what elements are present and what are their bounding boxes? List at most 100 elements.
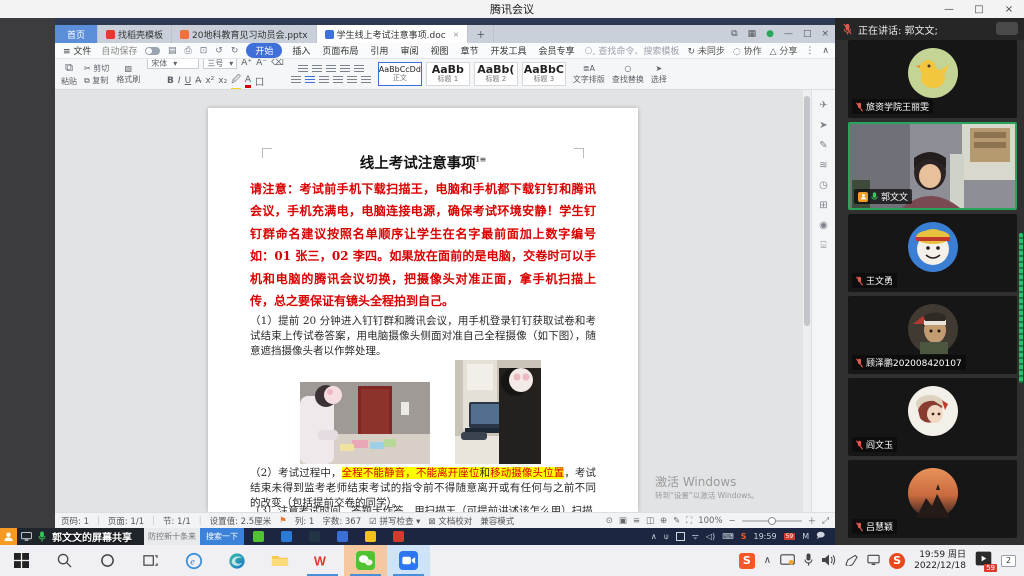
collapse-ribbon-icon[interactable]: ∧ xyxy=(822,46,829,56)
fullscreen-icon[interactable]: ⤢ xyxy=(822,516,829,526)
align-left-icon[interactable] xyxy=(291,76,301,83)
border-icon[interactable] xyxy=(361,76,371,83)
zoom-out-button[interactable]: − xyxy=(729,516,736,526)
style-heading2[interactable]: AaBb( 标题 2 xyxy=(474,62,518,86)
web-view-icon[interactable]: ⊕ xyxy=(660,516,667,526)
shading-icon[interactable] xyxy=(347,76,357,83)
command-search[interactable]: ○‸ 查找命令、搜索模板 xyxy=(585,44,680,57)
style-normal[interactable]: AaBbCcDd 正文 xyxy=(378,62,422,86)
zoom-in-button[interactable]: ＋ xyxy=(808,515,817,527)
print-icon[interactable]: ⎙ xyxy=(185,46,192,56)
screenshot-tool-icon[interactable] xyxy=(780,551,795,570)
menu-dev-tools[interactable]: 开发工具 xyxy=(488,44,528,57)
strikethrough-button[interactable]: A̶ xyxy=(195,76,201,86)
select-tool[interactable]: ➤ 选择 xyxy=(651,64,667,85)
menu-member[interactable]: 会员专享 xyxy=(537,44,577,57)
wps-taskbar-button[interactable]: W xyxy=(301,545,344,576)
font-color-button[interactable]: A xyxy=(245,75,251,88)
more-menu-icon[interactable]: ⋮ xyxy=(805,46,814,56)
comment-tray-icon[interactable]: 2 xyxy=(1001,555,1016,567)
proofread-button[interactable]: ⊠ 文档校对 xyxy=(428,515,472,527)
tab-doc-active[interactable]: 学生线上考试注意事项.doc × xyxy=(317,25,469,43)
cortana-button[interactable] xyxy=(86,545,129,576)
mic-tray-icon[interactable] xyxy=(804,551,813,570)
font-name-select[interactable]: 宋体▾ xyxy=(147,59,199,69)
number-list-icon[interactable] xyxy=(312,65,322,72)
menu-file[interactable]: ≡ 文件 xyxy=(61,44,93,57)
redo-icon[interactable]: ↻ xyxy=(231,46,239,56)
tab-pptx[interactable]: 20地科教育见习动员会.pptx xyxy=(172,25,317,43)
start-button[interactable] xyxy=(0,545,43,576)
style-heading1[interactable]: AaBb 标题 1 xyxy=(426,62,470,86)
shared-taskbar-app-icon[interactable] xyxy=(337,531,348,542)
display-tray-icon[interactable] xyxy=(867,551,880,570)
menu-start[interactable]: 开始 xyxy=(246,43,282,58)
single-page-view-icon[interactable]: ▣ xyxy=(619,516,627,526)
participant-tile[interactable]: 阎文玉 xyxy=(848,378,1017,456)
new-tab-button[interactable]: ＋ xyxy=(468,25,494,43)
cut-button[interactable]: ✂ 剪切 xyxy=(84,63,109,74)
participant-tile[interactable]: 王文勇 xyxy=(848,214,1017,292)
wps-minimize-button[interactable]: — xyxy=(784,29,793,39)
find-replace-tool[interactable]: ○ 查找替换 xyxy=(612,64,644,85)
superscript-button[interactable]: x² xyxy=(205,76,214,86)
task-view-button[interactable] xyxy=(129,545,172,576)
tencent-meeting-taskbar-button[interactable] xyxy=(387,545,430,576)
eye-protect-icon[interactable]: ⊙ xyxy=(606,516,613,526)
font-size-select[interactable]: 三号▾ xyxy=(203,59,237,69)
menu-insert[interactable]: 插入 xyxy=(290,44,312,57)
tab-close-icon[interactable]: × xyxy=(453,30,460,39)
wps-restore-button[interactable]: □ xyxy=(803,29,812,39)
justify-icon[interactable] xyxy=(333,76,343,83)
copy-button[interactable]: ⧉ 复制 xyxy=(84,75,108,86)
settings-gear-icon[interactable]: ◉ xyxy=(819,220,828,231)
video-app-tray-icon[interactable]: 59 xyxy=(975,551,992,570)
image-tool-icon[interactable]: ⊞ xyxy=(819,200,827,211)
clear-format-icon[interactable]: ⌫ xyxy=(271,59,284,68)
maximize-button[interactable]: □ xyxy=(964,0,994,18)
smooth-lines-icon[interactable]: ≋ xyxy=(819,160,827,171)
char-border-button[interactable]: 囗 xyxy=(255,75,264,88)
sogou-tray-icon[interactable]: S xyxy=(889,553,905,569)
highlight-color-button[interactable]: 🖉 xyxy=(231,72,241,91)
taskbar-clock[interactable]: 19:59 周日 2022/12/18 xyxy=(914,550,966,571)
increase-indent-icon[interactable] xyxy=(340,65,350,72)
menu-review[interactable]: 审阅 xyxy=(398,44,420,57)
undo-icon[interactable]: ↺ xyxy=(215,46,223,56)
sogou-input-icon[interactable]: S xyxy=(739,553,755,569)
tab-docer[interactable]: 找稻壳模板 xyxy=(98,25,172,43)
window-mode-icon[interactable]: ⧉ xyxy=(731,29,737,39)
align-right-icon[interactable] xyxy=(319,76,329,83)
menu-references[interactable]: 引用 xyxy=(368,44,390,57)
menu-page-layout[interactable]: 页面布局 xyxy=(320,44,360,57)
pen-tray-icon[interactable] xyxy=(845,551,858,570)
volume-tray-icon[interactable] xyxy=(822,551,836,570)
menu-section[interactable]: 章节 xyxy=(458,44,480,57)
participant-tile[interactable]: 顾泽鹏202008420107 xyxy=(848,296,1017,374)
zoom-slider[interactable] xyxy=(742,520,802,522)
paste-group[interactable]: ⧉ 粘贴 xyxy=(61,61,77,87)
video-tool-icon[interactable]: ⌻ xyxy=(821,240,827,251)
wechat-taskbar-button[interactable] xyxy=(344,545,387,576)
participant-tile[interactable]: 吕慧颖 xyxy=(848,460,1017,538)
close-button[interactable]: × xyxy=(994,0,1024,18)
outline-view-icon[interactable]: ≡ xyxy=(633,516,640,526)
bullet-list-icon[interactable] xyxy=(298,65,308,72)
style-heading3[interactable]: AaBbC 标题 3 xyxy=(522,62,566,86)
zoom-level[interactable]: 100% xyxy=(698,516,722,526)
document-scrollbar[interactable] xyxy=(803,90,811,512)
underline-button[interactable]: U xyxy=(185,76,192,86)
subscript-button[interactable]: x₂ xyxy=(218,76,227,86)
status-wordcount[interactable]: 字数: 367 xyxy=(322,515,361,527)
file-explorer-button[interactable] xyxy=(258,545,301,576)
coop-button[interactable]: ◌ 协作 xyxy=(733,44,762,57)
wps-close-button[interactable]: × xyxy=(821,29,829,39)
annotate-pen-icon[interactable]: ✎ xyxy=(819,140,827,151)
line-spacing-icon[interactable] xyxy=(354,65,364,72)
news-popup-text[interactable]: 防控新十条来 xyxy=(144,528,200,545)
participant-tile-speaking[interactable]: 郭文文 xyxy=(848,122,1017,210)
shared-taskbar-app-icon[interactable] xyxy=(253,531,264,542)
shared-taskbar-app-icon[interactable] xyxy=(393,531,404,542)
tray-expand-icon[interactable]: ∧ xyxy=(764,555,771,566)
zoom-slider-knob[interactable] xyxy=(768,517,776,525)
